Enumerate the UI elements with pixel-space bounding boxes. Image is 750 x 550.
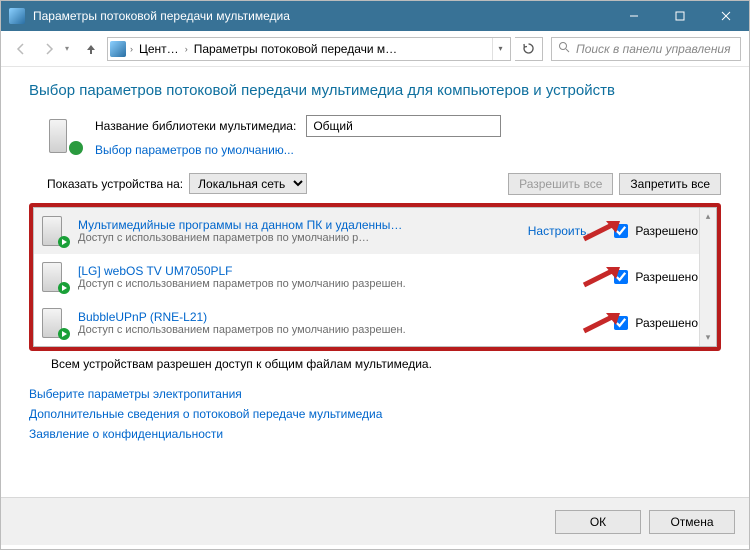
device-allowed-check[interactable]: Разрешено <box>610 221 698 241</box>
history-dropdown[interactable]: ▾ <box>65 44 75 53</box>
power-options-link[interactable]: Выберите параметры электропитания <box>29 387 721 401</box>
scroll-down-button[interactable]: ▾ <box>700 329 716 346</box>
back-button[interactable] <box>9 37 33 61</box>
device-allowed-check[interactable]: Разрешено <box>610 267 698 287</box>
privacy-link[interactable]: Заявление о конфиденциальности <box>29 427 721 441</box>
device-allowed-checkbox[interactable] <box>614 316 628 330</box>
device-allowed-checkbox[interactable] <box>614 270 628 284</box>
location-icon <box>110 41 126 57</box>
explorer-nav: ▾ › Цент… › Параметры потоковой передачи… <box>1 31 749 67</box>
window-title: Параметры потоковой передачи мультимедиа <box>33 9 611 23</box>
access-status-text: Всем устройствам разрешен доступ к общим… <box>51 357 721 371</box>
dialog-footer: ОК Отмена <box>1 497 749 545</box>
device-subtitle: Доступ с использованием параметров по ум… <box>78 278 602 290</box>
content-area: Выбор параметров потоковой передачи муль… <box>1 67 749 497</box>
bottom-links: Выберите параметры электропитания Дополн… <box>29 387 721 441</box>
search-placeholder: Поиск в панели управления <box>576 42 731 56</box>
device-allowed-label: Разрешено <box>635 224 698 238</box>
device-allowed-check[interactable]: Разрешено <box>610 313 698 333</box>
search-input[interactable]: Поиск в панели управления <box>551 37 741 61</box>
page-title: Выбор параметров потоковой передачи муль… <box>29 81 721 101</box>
search-icon <box>558 41 570 56</box>
more-info-link[interactable]: Дополнительные сведения о потоковой пере… <box>29 407 721 421</box>
title-bar: Параметры потоковой передачи мультимедиа <box>1 1 749 31</box>
allow-all-button[interactable]: Разрешить все <box>508 173 613 195</box>
window-controls <box>611 1 749 31</box>
device-highlight-box: Мультимедийные программы на данном ПК и … <box>29 203 721 351</box>
choose-defaults-link[interactable]: Выбор параметров по умолчанию... <box>95 143 294 157</box>
refresh-button[interactable] <box>515 37 543 61</box>
device-title: [LG] webOS TV UM7050PLF <box>78 264 602 278</box>
device-configure-link[interactable]: Настроить... <box>528 224 597 238</box>
chevron-right-icon: › <box>128 44 135 54</box>
device-allowed-label: Разрешено <box>635 270 698 284</box>
device-row[interactable]: Мультимедийные программы на данном ПК и … <box>34 208 716 254</box>
close-button[interactable] <box>703 1 749 31</box>
cancel-button[interactable]: Отмена <box>649 510 735 534</box>
up-button[interactable] <box>79 37 103 61</box>
scroll-up-button[interactable]: ▴ <box>700 208 716 225</box>
breadcrumb-2[interactable]: Параметры потоковой передачи м… <box>192 42 399 56</box>
device-icon <box>42 214 70 248</box>
device-row[interactable]: [LG] webOS TV UM7050PLF Доступ с использ… <box>34 254 716 300</box>
block-all-button[interactable]: Запретить все <box>619 173 721 195</box>
device-title: Мультимедийные программы на данном ПК и … <box>78 218 520 232</box>
library-name-label: Название библиотеки мультимедиа: <box>95 119 296 133</box>
show-devices-label: Показать устройства на: <box>47 177 183 191</box>
device-title: BubbleUPnP (RNE-L21) <box>78 310 602 324</box>
breadcrumb-1[interactable]: Цент… <box>137 42 181 56</box>
address-bar[interactable]: › Цент… › Параметры потоковой передачи м… <box>107 37 511 61</box>
app-icon <box>9 8 25 24</box>
library-row: Название библиотеки мультимедиа: Выбор п… <box>47 115 721 157</box>
address-dropdown[interactable]: ▾ <box>492 38 508 60</box>
device-row[interactable]: BubbleUPnP (RNE-L21) Доступ с использова… <box>34 300 716 346</box>
media-library-icon <box>47 115 85 157</box>
show-devices-row: Показать устройства на: Локальная сеть Р… <box>47 173 721 195</box>
device-list: Мультимедийные программы на данном ПК и … <box>33 207 717 347</box>
device-subtitle: Доступ с использованием параметров по ум… <box>78 324 602 336</box>
minimize-button[interactable] <box>611 1 657 31</box>
chevron-right-icon: › <box>183 44 190 54</box>
network-scope-select[interactable]: Локальная сеть <box>189 173 307 194</box>
ok-button[interactable]: ОК <box>555 510 641 534</box>
device-icon <box>42 306 70 340</box>
device-allowed-checkbox[interactable] <box>614 224 628 238</box>
device-subtitle: Доступ с использованием параметров по ум… <box>78 232 520 244</box>
library-name-input[interactable] <box>306 115 501 137</box>
device-icon <box>42 260 70 294</box>
forward-button[interactable] <box>37 37 61 61</box>
device-allowed-label: Разрешено <box>635 316 698 330</box>
device-list-scrollbar[interactable]: ▴ ▾ <box>699 208 716 346</box>
maximize-button[interactable] <box>657 1 703 31</box>
